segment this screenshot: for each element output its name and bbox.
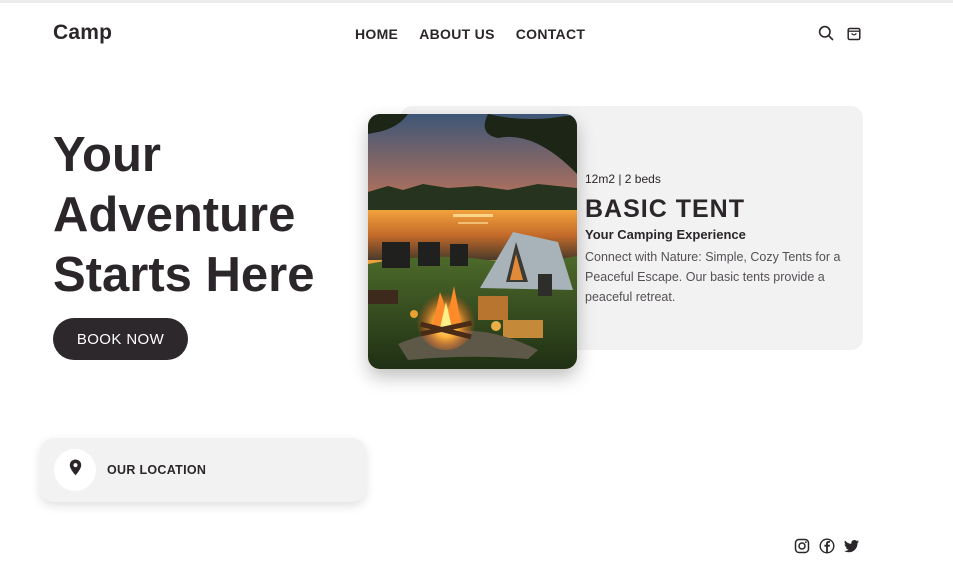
twitter-icon[interactable] — [844, 538, 860, 554]
nav-home[interactable]: HOME — [355, 26, 398, 42]
tent-card-content: 12m2 | 2 beds BASIC TENT Your Camping Ex… — [585, 172, 853, 307]
header-actions — [818, 25, 862, 41]
tent-title: BASIC TENT — [585, 195, 745, 223]
tent-subtitle: Your Camping Experience — [585, 227, 746, 242]
location-label: OUR LOCATION — [107, 463, 207, 477]
hero-title-line: Your — [53, 128, 161, 182]
tent-meta: 12m2 | 2 beds — [585, 172, 661, 186]
search-icon[interactable] — [818, 25, 834, 41]
social-links — [794, 538, 860, 554]
book-now-button[interactable]: BOOK NOW — [53, 318, 188, 360]
hero-title-line: Starts Here — [53, 248, 315, 302]
tent-description: Connect with Nature: Simple, Cozy Tents … — [585, 250, 841, 304]
facebook-icon[interactable] — [819, 538, 835, 554]
campsite-photo — [368, 114, 577, 369]
nav-contact[interactable]: CONTACT — [516, 26, 586, 42]
main-nav: HOME ABOUT US CONTACT — [355, 26, 585, 42]
site-logo[interactable]: Camp — [53, 21, 112, 45]
hero-title-line: Adventure — [53, 188, 296, 242]
location-icon-circle — [54, 449, 96, 491]
top-divider — [0, 0, 953, 3]
shopping-bag-icon[interactable] — [846, 25, 862, 41]
instagram-icon[interactable] — [794, 538, 810, 554]
nav-about-us[interactable]: ABOUT US — [419, 26, 495, 42]
map-pin-icon — [69, 459, 82, 481]
hero-title: Your Adventure Starts Here — [53, 125, 353, 305]
location-card[interactable]: OUR LOCATION — [40, 438, 366, 502]
